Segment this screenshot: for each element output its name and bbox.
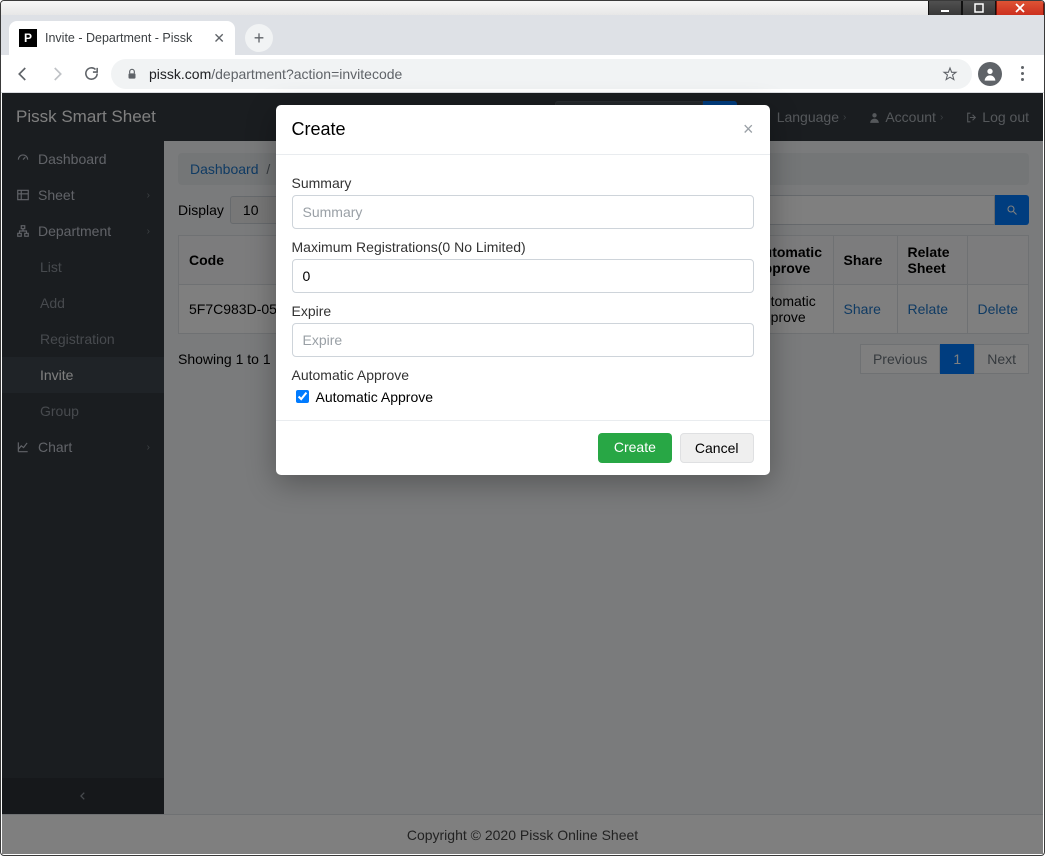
modal-title: Create xyxy=(292,119,346,140)
new-tab-button[interactable]: + xyxy=(245,24,273,52)
os-titlebar xyxy=(1,1,1044,15)
tab-title: Invite - Department - Pissk xyxy=(45,31,192,45)
profile-avatar-icon[interactable] xyxy=(978,62,1002,86)
modal-close-button[interactable]: × xyxy=(743,119,754,140)
browser-tab[interactable]: P Invite - Department - Pissk ✕ xyxy=(9,21,235,55)
modal-cancel-button[interactable]: Cancel xyxy=(680,433,754,463)
reload-button[interactable] xyxy=(77,60,105,88)
tab-close-icon[interactable]: ✕ xyxy=(213,30,225,47)
summary-input[interactable] xyxy=(292,195,754,229)
browser-tabbar: P Invite - Department - Pissk ✕ + xyxy=(1,15,1044,55)
tab-favicon: P xyxy=(19,29,37,47)
address-bar[interactable]: pissk.com/department?action=invitecode xyxy=(111,59,972,89)
auto-approve-checkbox-label: Automatic Approve xyxy=(316,389,434,405)
maxreg-input[interactable] xyxy=(292,259,754,293)
browser-menu-button[interactable] xyxy=(1008,66,1036,81)
forward-button[interactable] xyxy=(43,60,71,88)
create-modal: Create × Summary Maximum Registrations(0… xyxy=(276,105,770,475)
lock-icon xyxy=(125,67,139,81)
browser-toolbar: pissk.com/department?action=invitecode xyxy=(1,55,1044,93)
expire-input[interactable] xyxy=(292,323,754,357)
auto-approve-label: Automatic Approve xyxy=(292,367,754,383)
os-window: P Invite - Department - Pissk ✕ + pissk.… xyxy=(0,0,1045,856)
address-url: pissk.com/department?action=invitecode xyxy=(149,66,402,82)
maxreg-label: Maximum Registrations(0 No Limited) xyxy=(292,239,754,255)
expire-label: Expire xyxy=(292,303,754,319)
back-button[interactable] xyxy=(9,60,37,88)
bookmark-star-icon[interactable] xyxy=(942,66,958,82)
auto-approve-checkbox[interactable] xyxy=(296,390,309,403)
modal-create-button[interactable]: Create xyxy=(598,433,672,463)
summary-label: Summary xyxy=(292,175,754,191)
